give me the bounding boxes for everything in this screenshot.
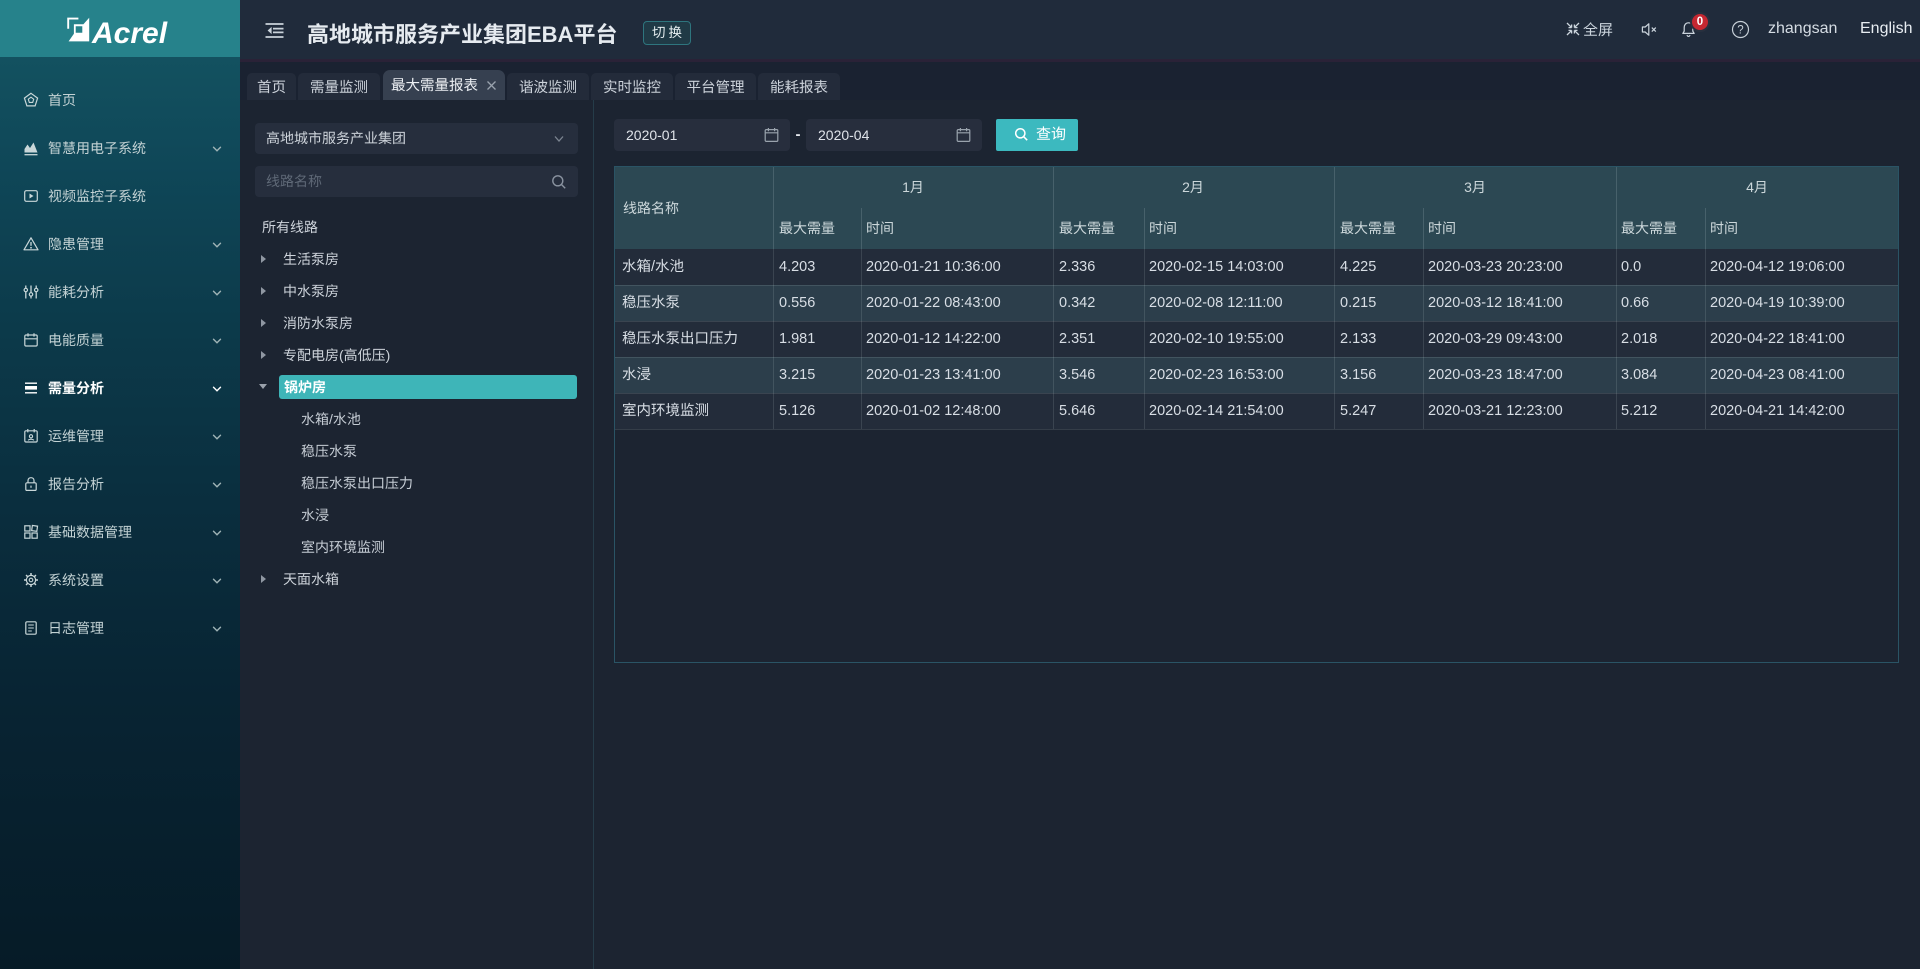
svg-text:?: ? xyxy=(1737,24,1743,36)
svg-text:Acrel: Acrel xyxy=(91,17,168,49)
